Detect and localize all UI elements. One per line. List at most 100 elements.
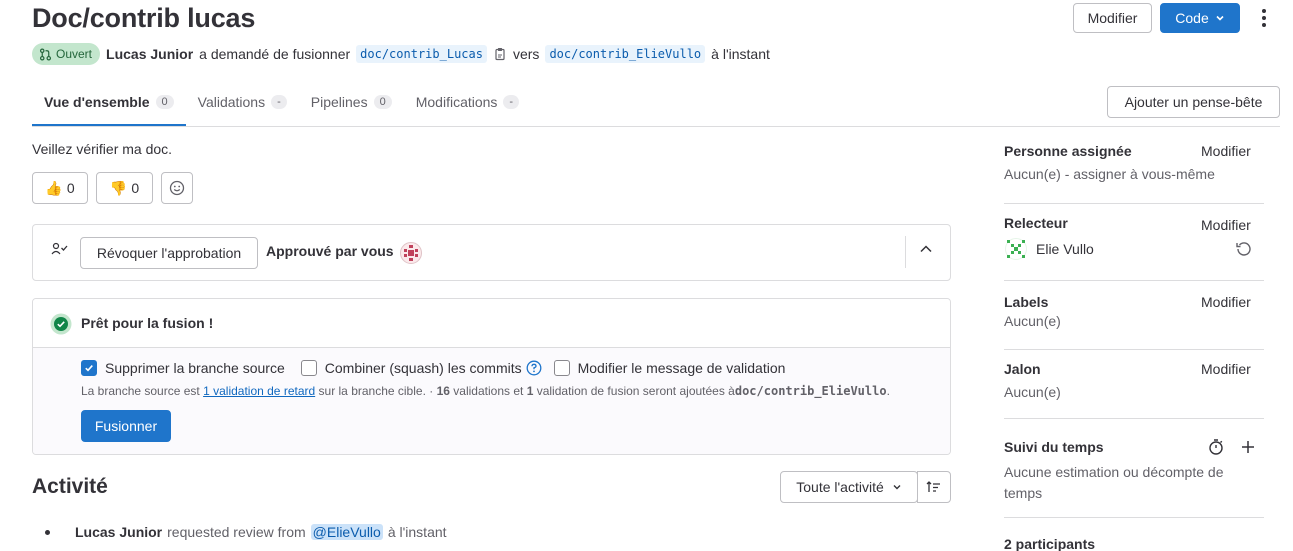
code-button-label: Code (1175, 10, 1209, 26)
tab-count: 0 (155, 95, 174, 109)
tab-pipelines[interactable]: Pipelines 0 (299, 86, 404, 126)
target-branch[interactable]: doc/contrib_ElieVullo (545, 45, 706, 63)
info-prefix: La branche source est (81, 384, 200, 398)
chevron-down-icon (1216, 15, 1224, 21)
tab-label: Pipelines (310, 94, 368, 110)
approved-by-text: Approuvé par vous (266, 243, 394, 259)
edit-button[interactable]: Modifier (1073, 3, 1152, 33)
sidebar-divider (1004, 203, 1264, 204)
participants-label: 2 participants (1004, 536, 1096, 551)
squash-checkbox[interactable] (300, 360, 317, 376)
tab-bar: Vue d'ensemble 0 Validations - Pipelines 0 … (32, 86, 531, 127)
add-todo-button[interactable]: Ajouter un pense-bête (1107, 86, 1280, 118)
merge-options: Supprimer la branche source Combiner (sq… (81, 358, 785, 378)
info-target-branch: doc/contrib_ElieVullo (734, 384, 887, 398)
labels-value: Aucun(e) (1004, 313, 1061, 329)
assignee-label: Personne assignée (1004, 143, 1132, 159)
check-icon (85, 365, 93, 372)
merge-info-text: La branche source est 1 validation de re… (81, 384, 890, 398)
reviewer-edit-link[interactable]: Modifier (1201, 217, 1251, 233)
thumbs-down-button[interactable]: 👎 0 (96, 172, 153, 204)
tab-overview[interactable]: Vue d'ensemble 0 (32, 86, 186, 126)
sort-order-button[interactable] (917, 471, 951, 503)
activity-text: requested review from (167, 524, 306, 540)
edit-message-checkbox[interactable] (553, 360, 570, 376)
code-dropdown-button[interactable]: Code (1160, 3, 1240, 33)
sort-icon (926, 481, 940, 492)
activity-filter-label: Toute l'activité (796, 479, 884, 495)
thumbs-up-count: 0 (66, 180, 75, 196)
copy-icon[interactable] (493, 47, 507, 61)
activity-filter-dropdown[interactable]: Toute l'activité (780, 471, 918, 503)
milestone-label: Jalon (1004, 361, 1041, 377)
merge-request-meta: Ouvert Lucas Junior a demandé de fusionn… (32, 42, 770, 66)
merge-commit-count: 1 (526, 384, 534, 398)
action-text: a demandé de fusionner (199, 46, 351, 62)
labels-edit-link[interactable]: Modifier (1201, 294, 1251, 310)
assignee-edit-link[interactable]: Modifier (1201, 143, 1251, 159)
info-mid: sur la branche cible. · (318, 384, 434, 398)
success-check-icon (50, 313, 72, 335)
approval-icon (51, 242, 68, 255)
approver-avatar[interactable] (400, 242, 422, 264)
edit-message-label[interactable]: Modifier le message de validation (578, 360, 786, 376)
tab-commits[interactable]: Validations - (186, 86, 299, 126)
status-label: Ouvert (56, 47, 93, 61)
created-time: à l'instant (711, 46, 770, 62)
author-link[interactable]: Lucas Junior (106, 46, 193, 62)
activity-time: à l'instant (387, 524, 447, 540)
delete-branch-checkbox[interactable] (81, 360, 97, 376)
bullet-icon (45, 529, 50, 535)
activity-entry: Lucas Junior requested review from @Elie… (45, 522, 447, 542)
status-badge: Ouvert (32, 43, 101, 65)
more-actions-icon[interactable] (1254, 6, 1274, 30)
ready-to-merge-text: Prêt pour la fusion ! (81, 315, 214, 331)
info-mid2: validations et (453, 384, 524, 398)
sidebar-divider (1004, 517, 1264, 518)
activity-heading: Activité (32, 475, 108, 498)
commits-behind-link[interactable]: 1 validation de retard (203, 384, 315, 398)
sidebar-divider (1004, 418, 1264, 419)
description: Veillez vérifier ma doc. (32, 141, 173, 157)
to-text: vers (512, 46, 540, 62)
tabs-divider (32, 126, 1280, 127)
squash-label[interactable]: Combiner (squash) les commits (325, 360, 522, 376)
tab-changes[interactable]: Modifications - (404, 86, 531, 126)
chevron-down-icon (893, 485, 901, 490)
chevron-up-icon[interactable] (918, 243, 934, 255)
thumbs-down-count: 0 (131, 180, 140, 196)
tab-label: Validations (197, 94, 266, 110)
thumbs-up-button[interactable]: 👍 0 (32, 172, 88, 204)
revoke-approval-button[interactable]: Révoquer l'approbation (80, 237, 258, 269)
help-icon[interactable] (526, 360, 542, 376)
user-mention[interactable]: @ElieVullo (310, 524, 383, 540)
assignee-value[interactable]: Aucun(e) - assigner à vous-même (1004, 166, 1215, 182)
milestone-value: Aucun(e) (1004, 384, 1061, 400)
merge-request-icon (39, 48, 52, 60)
re-request-review-icon[interactable] (1235, 240, 1253, 258)
plus-icon[interactable] (1240, 439, 1256, 455)
approval-divider (905, 236, 906, 268)
tab-label: Modifications (415, 94, 498, 110)
reviewer-avatar[interactable] (1004, 238, 1028, 260)
tab-count: - (503, 95, 520, 109)
info-mid3: validation de fusion seront ajoutées à (536, 384, 735, 398)
add-reaction-button[interactable] (161, 172, 193, 204)
page-title: Doc/contrib lucas (32, 3, 256, 33)
commit-count: 16 (436, 384, 450, 398)
sidebar-divider (1004, 280, 1264, 281)
info-end: . (886, 384, 890, 398)
merge-button[interactable]: Fusionner (81, 410, 171, 442)
source-branch[interactable]: doc/contrib_Lucas (356, 45, 487, 63)
activity-author[interactable]: Lucas Junior (75, 524, 162, 540)
reviewer-name[interactable]: Elie Vullo (1036, 241, 1094, 257)
tab-label: Vue d'ensemble (44, 94, 150, 110)
delete-branch-label[interactable]: Supprimer la branche source (105, 360, 285, 376)
reviewer-label: Relecteur (1004, 215, 1068, 231)
stopwatch-icon[interactable] (1207, 438, 1225, 456)
smiley-icon (169, 180, 185, 196)
milestone-edit-link[interactable]: Modifier (1201, 361, 1251, 377)
tab-count: - (271, 95, 287, 109)
labels-label: Labels (1004, 294, 1049, 310)
thumbs-down-icon: 👎 (109, 179, 128, 196)
